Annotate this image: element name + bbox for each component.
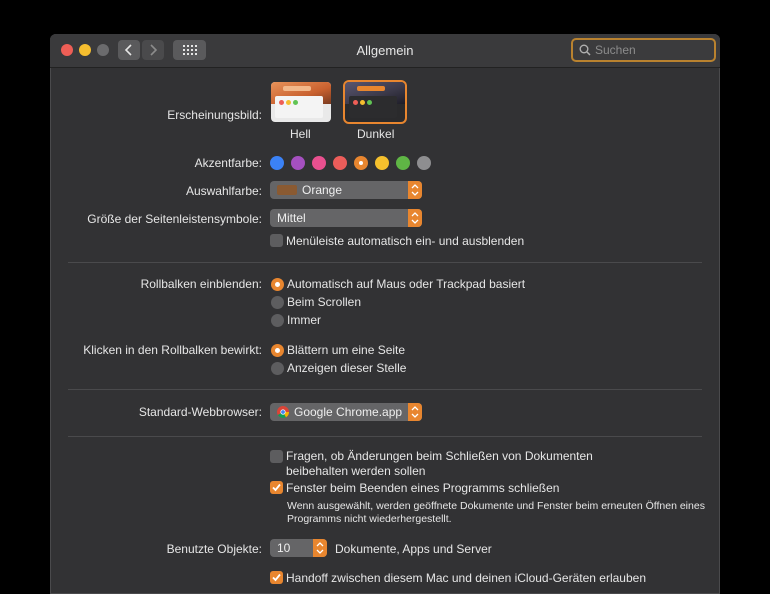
sidebar-icon-size-popup[interactable]: Mittel: [270, 209, 422, 227]
divider: [68, 389, 702, 390]
close-windows-note-line1: Wenn ausgewählt, werden geöffnete Dokume…: [287, 500, 705, 512]
jump-next-page-radio[interactable]: [271, 344, 284, 357]
close-windows-label: Fenster beim Beenden eines Programms sch…: [286, 481, 560, 495]
scrollbars-always-radio[interactable]: [271, 314, 284, 327]
accent-color-red[interactable]: [333, 156, 347, 170]
appearance-dark-label: Dunkel: [357, 127, 395, 141]
search-field[interactable]: Suchen: [571, 38, 716, 62]
jump-next-page-label: Blättern um eine Seite: [287, 343, 406, 357]
menubar-autohide-checkbox[interactable]: [270, 234, 283, 247]
show-scrollbars-label: Rollbalken einblenden:: [140, 277, 262, 291]
scrollbars-when-scrolling-radio[interactable]: [271, 296, 284, 309]
popup-arrows-icon: [313, 539, 327, 557]
jump-to-spot-label: Anzeigen dieser Stelle: [287, 361, 407, 375]
scrollbars-automatic-label: Automatisch auf Maus oder Trackpad basie…: [287, 277, 526, 291]
checkmark-icon: [272, 483, 281, 492]
close-windows-checkbox[interactable]: [270, 481, 283, 494]
title-bar: Allgemein Suchen: [50, 34, 720, 68]
scrollbars-automatic-radio[interactable]: [271, 278, 284, 291]
recent-items-label: Benutzte Objekte:: [166, 542, 262, 556]
appearance-light-label: Hell: [290, 127, 311, 141]
recent-items-suffix: Dokumente, Apps und Server: [335, 542, 492, 556]
accent-color-purple[interactable]: [291, 156, 305, 170]
highlight-color-label: Auswahlfarbe:: [185, 184, 262, 198]
accent-color-blue[interactable]: [270, 156, 284, 170]
scrollbars-always-label: Immer: [287, 313, 321, 327]
scrollbars-when-scrolling-label: Beim Scrollen: [287, 295, 362, 309]
selected-indicator: [359, 161, 363, 165]
appearance-light-option[interactable]: [271, 82, 331, 122]
jump-to-spot-radio[interactable]: [271, 362, 284, 375]
sidebar-icon-size-value: Mittel: [277, 211, 306, 225]
accent-color-green[interactable]: [396, 156, 410, 170]
default-browser-value: Google Chrome.app: [294, 405, 403, 419]
recent-items-value: 10: [277, 541, 291, 555]
accent-color-pink[interactable]: [312, 156, 326, 170]
click-scrollbar-label: Klicken in den Rollbalken bewirkt:: [83, 343, 262, 357]
sidebar-icon-size-label: Größe der Seitenleistensymbole:: [87, 212, 262, 226]
popup-arrows-icon: [408, 403, 422, 421]
default-browser-popup[interactable]: Google Chrome.app: [270, 403, 422, 421]
popup-arrows-icon: [408, 209, 422, 227]
search-icon: [579, 44, 591, 56]
appearance-dark-option[interactable]: [345, 82, 405, 122]
ask-keep-changes-label-line2: beibehalten werden sollen: [286, 464, 426, 478]
chrome-icon: [277, 406, 289, 418]
search-placeholder: Suchen: [595, 43, 636, 57]
default-browser-label: Standard-Webbrowser:: [138, 405, 262, 419]
menubar-autohide-label: Menüleiste automatisch ein- und ausblend…: [286, 234, 525, 248]
recent-items-popup[interactable]: 10: [270, 539, 327, 557]
accent-color-orange[interactable]: [354, 156, 368, 170]
popup-arrows-icon: [408, 181, 422, 199]
preferences-window: Allgemein Suchen Erscheinungsbild: Hell …: [50, 34, 720, 594]
accent-color-graphite[interactable]: [417, 156, 431, 170]
accent-color-label: Akzentfarbe:: [194, 156, 262, 170]
highlight-color-value: Orange: [302, 183, 343, 197]
color-swatch: [277, 185, 297, 195]
handoff-label: Handoff zwischen diesem Mac und deinen i…: [286, 571, 646, 585]
accent-color-yellow[interactable]: [375, 156, 389, 170]
ask-keep-changes-checkbox[interactable]: [270, 450, 283, 463]
highlight-color-popup[interactable]: Orange: [270, 181, 422, 199]
close-windows-note-line2: Programms nicht wiederhergestellt.: [287, 513, 452, 525]
appearance-label: Erscheinungsbild:: [167, 108, 262, 122]
divider: [68, 436, 702, 437]
divider: [68, 262, 702, 263]
ask-keep-changes-label-line1: Fragen, ob Änderungen beim Schließen von…: [286, 449, 593, 463]
